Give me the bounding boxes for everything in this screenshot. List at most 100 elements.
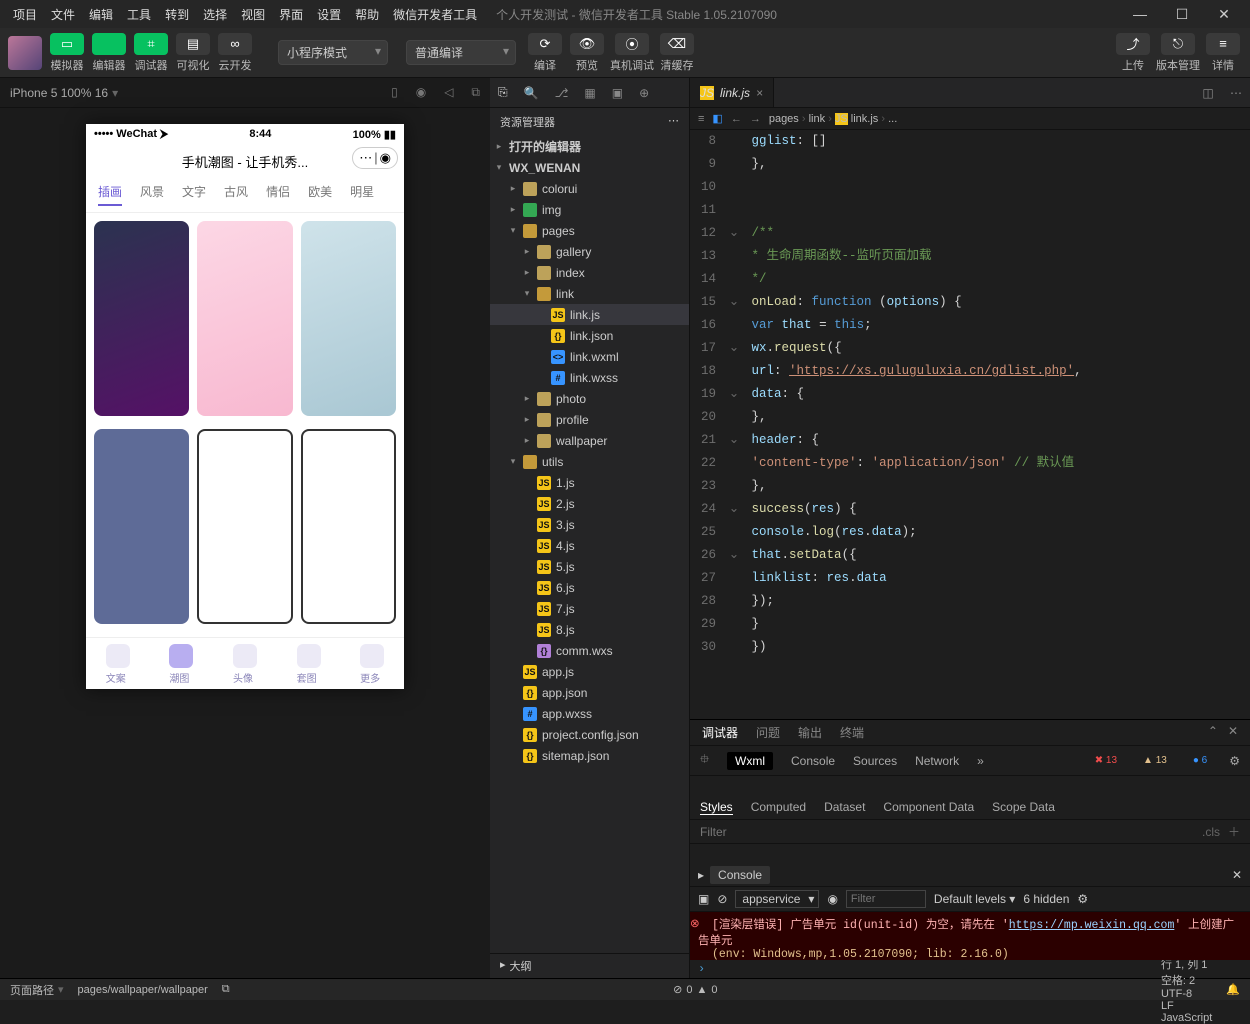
category-tab[interactable]: 古风 (224, 183, 248, 206)
tabbar-item[interactable]: 潮图 (169, 644, 193, 685)
tree-row[interactable]: ▸ index (490, 262, 689, 283)
devtools-close-icon[interactable]: ✕ (1228, 724, 1238, 741)
warn-badge[interactable]: ▲ 13 (1139, 755, 1171, 766)
tabbar-item[interactable]: 头像 (233, 644, 257, 685)
tree-row[interactable]: ▸ wallpaper (490, 430, 689, 451)
console-hidden[interactable]: 6 hidden (1023, 892, 1069, 906)
window-close[interactable]: ✕ (1204, 6, 1244, 23)
tree-row[interactable]: # app.wxss (490, 703, 689, 724)
page-path[interactable]: pages/wallpaper/wallpaper (78, 984, 208, 996)
toolbar-button[interactable]: 👁预览 (568, 33, 606, 73)
error-badge[interactable]: ✖ 13 (1091, 755, 1121, 766)
breadcrumb-item[interactable]: link (809, 113, 826, 125)
devtools-settings-icon[interactable]: ⚙ (1229, 754, 1240, 768)
explorer-ext-icon[interactable]: ⊕ (639, 86, 649, 100)
category-tab[interactable]: 插画 (98, 183, 122, 206)
editor-tab-active[interactable]: JS link.js × (690, 78, 774, 107)
tree-row[interactable]: JS 2.js (490, 493, 689, 514)
tree-row[interactable]: JS app.js (490, 661, 689, 682)
menu-item[interactable]: 界面 (272, 4, 310, 26)
console-clear-icon[interactable]: ▣ (698, 892, 709, 906)
capsule[interactable]: ⋯ | ◉ (352, 147, 398, 169)
bread-list-icon[interactable]: ≡ (698, 113, 704, 125)
breadcrumb-item[interactable]: JSlink.js (835, 113, 878, 125)
editor-split-icon[interactable]: ◫ (1194, 78, 1222, 107)
device-select[interactable]: iPhone 5 100% 16 (10, 86, 108, 100)
devtools-tab[interactable]: 问题 (756, 724, 780, 741)
tree-row[interactable]: JS 1.js (490, 472, 689, 493)
bread-fwd-icon[interactable]: → (750, 113, 761, 125)
tree-row[interactable]: JS 7.js (490, 598, 689, 619)
tree-row[interactable]: {} sitemap.json (490, 745, 689, 766)
wallpaper-card[interactable] (301, 221, 396, 416)
console-toggle-icon[interactable]: ▸ (698, 868, 704, 882)
toolbar-button[interactable]: ∞云开发 (216, 33, 254, 73)
breadcrumb-item[interactable]: pages (769, 113, 799, 125)
explorer-files-icon[interactable]: ⎘ (498, 85, 508, 100)
wallpaper-card[interactable] (94, 429, 189, 624)
console-close-icon[interactable]: ✕ (1232, 868, 1242, 882)
explorer-book-icon[interactable]: ▣ (612, 86, 623, 100)
console-levels-select[interactable]: Default levels ▾ (934, 892, 1015, 906)
explorer-grid-icon[interactable]: ▦ (584, 86, 595, 100)
wallpaper-card[interactable] (197, 429, 292, 624)
explorer-branch-icon[interactable]: ⎇ (555, 86, 569, 100)
page-path-label[interactable]: 页面路径▾ (10, 982, 64, 998)
inspector-tab[interactable]: Sources (853, 754, 897, 768)
tree-section[interactable]: ▾WX_WENAN (490, 157, 689, 178)
tree-row[interactable]: {} comm.wxs (490, 640, 689, 661)
tree-row[interactable]: ▾ pages (490, 220, 689, 241)
inspector-tab[interactable]: Console (791, 754, 835, 768)
category-tab[interactable]: 情侣 (266, 183, 290, 206)
inspector-tab[interactable]: Network (915, 754, 959, 768)
tree-row[interactable]: JS link.js (490, 304, 689, 325)
styles-tab[interactable]: Styles (700, 800, 733, 815)
user-avatar[interactable] (8, 36, 42, 70)
category-tab[interactable]: 文字 (182, 183, 206, 206)
menu-item[interactable]: 项目 (6, 4, 44, 26)
tree-row[interactable]: ▸ colorui (490, 178, 689, 199)
styles-tab[interactable]: Computed (751, 800, 806, 815)
inspect-icon[interactable]: ⯐ (700, 750, 709, 771)
breadcrumb-item[interactable]: ... (888, 113, 897, 125)
window-maximize[interactable]: ☐ (1162, 6, 1202, 23)
sim-tool-device-icon[interactable]: ▯ (391, 85, 398, 100)
code-editor[interactable]: 8 gglist: []9 },101112⌄ /**13 * 生命周期函数--… (690, 130, 1250, 719)
tabbar-item[interactable]: 文案 (106, 644, 130, 685)
sim-tool-record-icon[interactable]: ◉ (416, 85, 426, 100)
device-dropdown-icon[interactable]: ▾ (112, 86, 118, 100)
styles-filter[interactable]: Filter (700, 825, 1194, 839)
toolbar-button[interactable]: ⌗调试器 (132, 33, 170, 73)
editor-more-icon[interactable]: ⋯ (1222, 78, 1250, 107)
category-tab[interactable]: 风景 (140, 183, 164, 206)
capsule-close-icon[interactable]: ◉ (380, 150, 391, 166)
tree-row[interactable]: JS 4.js (490, 535, 689, 556)
wallpaper-card[interactable] (94, 221, 189, 416)
toolbar-button[interactable]: 编辑器 (90, 33, 128, 73)
tree-row[interactable]: JS 6.js (490, 577, 689, 598)
console-eye-icon[interactable]: ⊘ (717, 892, 727, 906)
tree-row[interactable]: # link.wxss (490, 367, 689, 388)
category-tab[interactable]: 明星 (350, 183, 374, 206)
menu-item[interactable]: 帮助 (348, 4, 386, 26)
tree-row[interactable]: ▾ link (490, 283, 689, 304)
toolbar-button[interactable]: ≡详情 (1204, 33, 1242, 73)
info-badge[interactable]: ● 6 (1189, 755, 1211, 766)
menu-item[interactable]: 文件 (44, 4, 82, 26)
window-minimize[interactable]: — (1120, 6, 1160, 22)
tree-row[interactable]: JS 5.js (490, 556, 689, 577)
menu-item[interactable]: 微信开发者工具 (386, 4, 484, 26)
explorer-search-icon[interactable]: 🔍 (524, 86, 539, 100)
tree-row[interactable]: {} app.json (490, 682, 689, 703)
explorer-more-icon[interactable]: ⋯ (668, 114, 679, 130)
tab-close-icon[interactable]: × (756, 86, 763, 100)
status-notify-icon[interactable]: 🔔 (1226, 983, 1240, 996)
menu-item[interactable]: 选择 (196, 4, 234, 26)
cls-toggle[interactable]: .cls (1202, 825, 1220, 839)
tree-row[interactable]: ▸ photo (490, 388, 689, 409)
inspector-tab[interactable]: Wxml (727, 752, 773, 770)
menu-item[interactable]: 设置 (310, 4, 348, 26)
menu-item[interactable]: 工具 (120, 4, 158, 26)
status-segment[interactable]: JavaScript (1161, 1012, 1212, 1024)
console-filter-input[interactable] (846, 890, 926, 908)
